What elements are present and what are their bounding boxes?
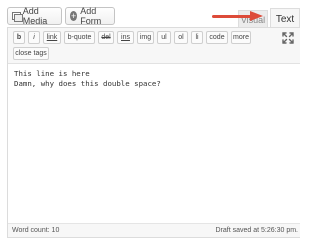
qt-code-button[interactable]: code (206, 31, 228, 44)
add-form-button[interactable]: + Add Form (65, 6, 115, 26)
qt-ol-button[interactable]: ol (174, 31, 188, 44)
qt-more-button[interactable]: more (231, 31, 251, 44)
media-icon (12, 11, 23, 22)
qt-italic-button[interactable]: i (28, 31, 40, 44)
qt-li-button[interactable]: li (191, 31, 203, 44)
quicktags-toolbar: b i link b-quote del ins img ul ol li co… (8, 28, 300, 64)
qt-ins-button[interactable]: ins (117, 31, 134, 44)
qt-link-button[interactable]: link (43, 31, 61, 44)
annotation-arrow-shaft (212, 15, 252, 18)
qt-blockquote-button[interactable]: b-quote (64, 31, 95, 44)
qt-del-button[interactable]: del (98, 31, 114, 44)
annotation-arrow-head (250, 11, 263, 21)
content-line-1: This line is here (14, 69, 90, 78)
editor-status-bar: Word count: 10 Draft saved at 5:26:30 pm… (8, 223, 300, 237)
form-icon: + (70, 11, 78, 21)
word-count: Word count: 10 (12, 227, 60, 234)
add-media-label: Add Media (22, 6, 48, 26)
add-media-button[interactable]: Add Media (7, 6, 62, 26)
qt-img-button[interactable]: img (137, 31, 154, 44)
editor-screen: Add Media + Add Form Visual Text b i lin… (0, 0, 300, 243)
add-form-label: Add Form (80, 6, 102, 26)
draft-saved-status: Draft saved at 5:26:30 pm. (215, 227, 299, 234)
qt-bold-button[interactable]: b (13, 31, 25, 44)
text-editor: b i link b-quote del ins img ul ol li co… (7, 27, 300, 238)
content-line-2: Damn, why does this double space? (14, 78, 161, 88)
qt-close-tags-button[interactable]: close tags (13, 47, 49, 60)
expand-icon[interactable] (282, 32, 294, 44)
qt-ul-button[interactable]: ul (157, 31, 171, 44)
editor-textarea[interactable]: This line is here Damn, why does this do… (14, 69, 294, 88)
